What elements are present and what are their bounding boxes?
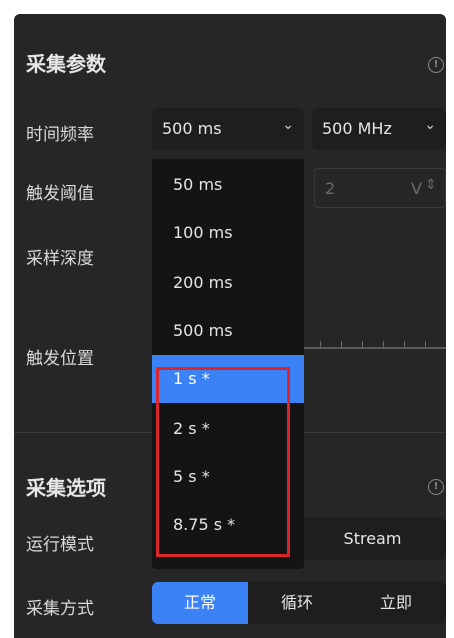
collect-method-immediate[interactable]: 立即 [346, 582, 446, 624]
slider-tick [425, 341, 426, 348]
collect-method-segmented: 正常 循环 立即 [152, 582, 446, 624]
section-title-collection-params: 采集参数 [26, 52, 106, 76]
slider-tick [320, 341, 321, 348]
collect-method-normal[interactable]: 正常 [152, 582, 248, 624]
info-icon[interactable]: ! [428, 57, 444, 73]
slider-tick [383, 341, 384, 348]
section-title-collection-options: 采集选项 [26, 476, 106, 500]
dropdown-option[interactable]: 200 ms [152, 259, 304, 307]
dropdown-option[interactable]: 500 ms [152, 307, 304, 355]
label-trigger-threshold: 触发阈值 [26, 184, 94, 204]
label-trigger-position: 触发位置 [26, 349, 94, 369]
label-run-mode: 运行模式 [26, 535, 94, 555]
stepper-icon[interactable]: ⇕ [425, 177, 437, 193]
chevron-down-icon: ⌄ [424, 117, 436, 133]
dropdown-option[interactable]: 50 ms [152, 161, 304, 209]
frequency-select[interactable]: 500 MHz ⌄ [312, 108, 446, 150]
time-select[interactable]: 500 ms ⌄ [152, 108, 304, 150]
run-mode-stream-option[interactable]: Stream [299, 518, 446, 560]
frequency-select-value: 500 MHz [322, 119, 392, 138]
chevron-down-icon: ⌄ [282, 117, 294, 133]
highlight-annotation-box [156, 367, 290, 557]
slider-tick [341, 341, 342, 348]
trigger-threshold-input[interactable]: 2 V ⇕ [314, 168, 446, 208]
time-select-value: 500 ms [162, 119, 222, 138]
label-collect-method: 采集方式 [26, 599, 94, 619]
info-icon[interactable]: ! [428, 479, 444, 495]
settings-panel: 采集参数 ! 时间频率 500 ms ⌄ 500 MHz ⌄ 触发阈值 2 V … [14, 14, 446, 638]
trigger-threshold-unit: V [411, 179, 422, 198]
collect-method-loop[interactable]: 循环 [248, 582, 346, 624]
dropdown-option[interactable]: 100 ms [152, 209, 304, 257]
label-time-frequency: 时间频率 [26, 125, 94, 145]
trigger-threshold-value: 2 [325, 179, 336, 198]
label-sample-depth: 采样深度 [26, 249, 94, 269]
slider-tick [362, 341, 363, 348]
slider-tick [404, 341, 405, 348]
